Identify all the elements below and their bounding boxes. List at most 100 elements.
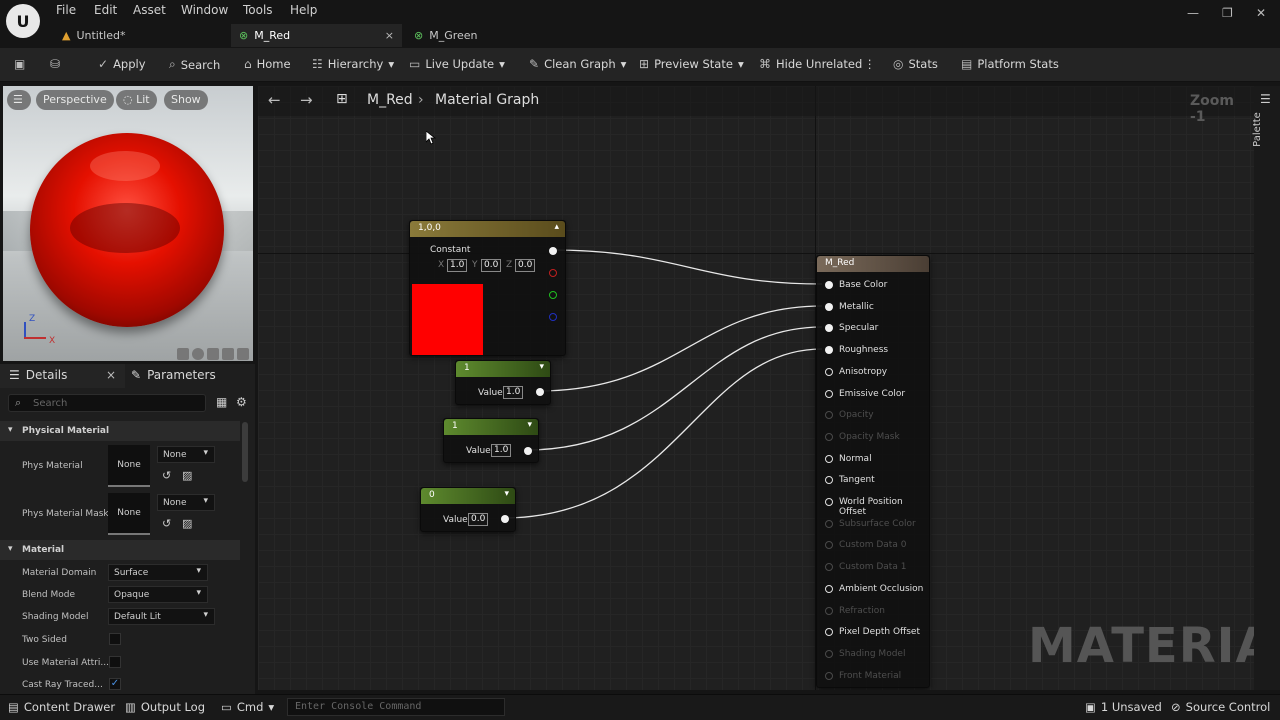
chevron-down-icon[interactable]: ▾	[539, 362, 544, 372]
input-pin[interactable]	[825, 389, 833, 398]
input-pin[interactable]	[825, 541, 833, 550]
chevron-down-icon[interactable]: ▾	[527, 420, 532, 430]
collapse-arrow-icon[interactable]: ▴	[554, 222, 559, 232]
value-input[interactable]: 1.0	[491, 444, 512, 457]
minimize-icon[interactable]: —	[1187, 6, 1199, 20]
output-pin-g[interactable]	[549, 291, 557, 299]
more-options-icon[interactable]: ⋮	[864, 57, 876, 71]
input-pin[interactable]	[825, 671, 833, 680]
input-pin[interactable]	[825, 498, 833, 506]
menu-window[interactable]: Window	[181, 3, 228, 17]
phys-material-mask-dropdown[interactable]: None ▾	[157, 494, 215, 511]
output-pin[interactable]	[501, 515, 509, 523]
hide-unrelated-button[interactable]: ⌘ Hide Unrelated	[759, 57, 862, 71]
perspective-button[interactable]: Perspective	[36, 90, 114, 110]
close-details-icon[interactable]: ×	[106, 368, 116, 382]
output-log-button[interactable]: ▥ Output Log	[125, 700, 205, 714]
scalar-node-metallic[interactable]: 1 ▾ Value 1.0	[455, 360, 551, 405]
input-pin[interactable]	[825, 411, 833, 420]
preview-viewport[interactable]: ☰ Perspective ◌ Lit Show Z X	[3, 86, 253, 361]
tab-parameters[interactable]: ✎ Parameters	[131, 368, 216, 382]
console-command-input[interactable]: Enter Console Command	[287, 698, 505, 716]
material-result-node[interactable]: M_Red Base Color Metallic Specular Roughnes…	[816, 255, 930, 688]
preview-state-button[interactable]: ⊞ Preview State ▾	[639, 57, 744, 71]
menu-help[interactable]: Help	[290, 3, 317, 17]
sphere-icon[interactable]	[192, 348, 204, 360]
settings-gear-icon[interactable]: ⚙	[236, 395, 247, 409]
browse-icon[interactable]: ⛁	[50, 57, 60, 71]
input-pin[interactable]	[825, 346, 833, 355]
live-update-button[interactable]: ▭ Live Update ▾	[409, 57, 505, 71]
tab-details[interactable]: ☰ Details	[9, 368, 67, 382]
tab-untitled[interactable]: ▲ Untitled*	[54, 24, 230, 47]
input-pin[interactable]	[825, 302, 833, 311]
menu-edit[interactable]: Edit	[94, 3, 117, 17]
output-pin[interactable]	[536, 388, 544, 396]
unreal-logo-icon[interactable]: U	[6, 4, 40, 38]
clean-graph-button[interactable]: ✎ Clean Graph ▾	[529, 57, 626, 71]
value-input[interactable]: 1.0	[503, 386, 524, 399]
menu-asset[interactable]: Asset	[133, 3, 166, 17]
tab-m-green[interactable]: ⊗ M_Green	[406, 24, 576, 47]
teapot-icon[interactable]	[237, 348, 249, 360]
stats-button[interactable]: ◎ Stats	[893, 57, 938, 71]
input-pin[interactable]	[825, 324, 833, 333]
material-domain-dropdown[interactable]: Surface ▾	[108, 564, 208, 581]
input-pin[interactable]	[825, 281, 833, 289]
input-pin[interactable]	[825, 519, 833, 528]
table-view-icon[interactable]: ▦	[216, 395, 227, 409]
menu-file[interactable]: File	[56, 3, 76, 17]
blend-mode-dropdown[interactable]: Opaque ▾	[108, 586, 208, 603]
phys-material-mask-thumbnail[interactable]: None	[108, 493, 150, 535]
reset-arrow-icon[interactable]: ↺	[162, 517, 171, 530]
menu-tools[interactable]: Tools	[243, 3, 273, 17]
output-pin-b[interactable]	[549, 313, 557, 321]
output-pin[interactable]	[524, 447, 532, 455]
browse-folder-icon[interactable]: ▨	[182, 517, 192, 530]
source-control-button[interactable]: ⊘ Source Control	[1171, 700, 1270, 714]
use-material-attributes-checkbox[interactable]	[109, 656, 121, 668]
section-physical-material[interactable]: ▾ Physical Material	[0, 421, 240, 441]
close-window-icon[interactable]: ✕	[1256, 6, 1266, 20]
palette-tab[interactable]: Palette	[1252, 112, 1263, 147]
browse-folder-icon[interactable]: ▨	[182, 469, 192, 482]
chevron-down-icon[interactable]: ▾	[504, 489, 509, 499]
hamburger-menu-icon[interactable]: ☰	[7, 90, 31, 110]
show-button[interactable]: Show	[164, 90, 208, 110]
section-material[interactable]: ▾ Material	[0, 540, 240, 560]
tab-m-red[interactable]: ⊗ M_Red ×	[231, 24, 402, 47]
input-pin[interactable]	[825, 649, 833, 658]
home-button[interactable]: ⌂ Home	[244, 57, 291, 71]
input-pin[interactable]	[825, 563, 833, 572]
apply-button[interactable]: ✓ Apply	[98, 57, 146, 71]
input-pin[interactable]	[825, 476, 833, 485]
plane-icon[interactable]	[207, 348, 219, 360]
y-value-input[interactable]: 0.0	[481, 259, 502, 272]
palette-menu-icon[interactable]: ☰	[1260, 92, 1271, 106]
reset-arrow-icon[interactable]: ↺	[162, 469, 171, 482]
two-sided-checkbox[interactable]	[109, 633, 121, 645]
input-pin[interactable]	[825, 606, 833, 615]
output-pin-rgb[interactable]	[549, 247, 557, 255]
content-drawer-button[interactable]: ▤ Content Drawer	[8, 700, 115, 714]
cast-ray-traced-checkbox[interactable]: ✓	[109, 678, 121, 690]
cube-icon[interactable]	[222, 348, 234, 360]
output-pin-r[interactable]	[549, 269, 557, 277]
cmd-dropdown[interactable]: ▭ Cmd ▾	[221, 700, 274, 714]
details-search-input[interactable]: ⌕ Search	[8, 394, 206, 412]
material-graph-canvas[interactable]: ← → ⊞ M_Red › Material Graph Zoom -1 1,0…	[258, 86, 1254, 690]
scalar-node-specular[interactable]: 1 ▾ Value 1.0	[443, 418, 539, 463]
lit-button[interactable]: ◌ Lit	[116, 90, 157, 110]
save-icon[interactable]: ▣	[14, 57, 25, 71]
platform-stats-button[interactable]: ▤ Platform Stats	[961, 57, 1059, 71]
shading-model-dropdown[interactable]: Default Lit ▾	[108, 608, 215, 625]
value-input[interactable]: 0.0	[468, 513, 489, 526]
constant3-node[interactable]: 1,0,0 ▴ Constant X 1.0 Y 0.0 Z 0.0	[409, 220, 566, 356]
scalar-node-roughness[interactable]: 0 ▾ Value 0.0	[420, 487, 516, 532]
input-pin[interactable]	[825, 628, 833, 637]
search-button[interactable]: ⌕ Search	[169, 57, 220, 72]
close-icon[interactable]: ×	[385, 29, 394, 42]
input-pin[interactable]	[825, 584, 833, 593]
phys-material-thumbnail[interactable]: None	[108, 445, 150, 487]
unsaved-button[interactable]: ▣ 1 Unsaved	[1085, 700, 1162, 714]
